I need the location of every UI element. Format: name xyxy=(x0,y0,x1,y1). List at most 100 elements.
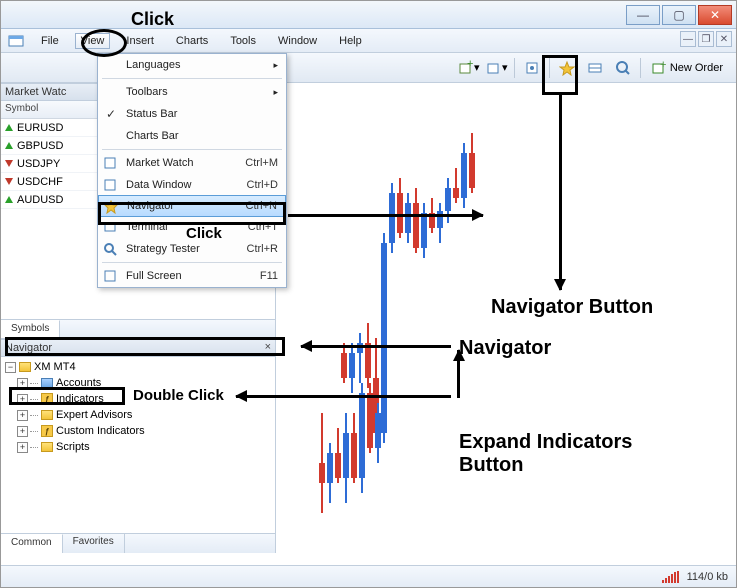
candle xyxy=(335,453,341,478)
navigator-star-icon xyxy=(103,199,119,215)
tree-node-scripts[interactable]: +Scripts xyxy=(3,439,275,455)
menu-market-watch[interactable]: Market WatchCtrl+M xyxy=(98,152,286,174)
market-watch-title: Market Watc xyxy=(5,86,66,98)
magnifier-icon xyxy=(102,241,118,257)
expand-icon[interactable]: + xyxy=(17,378,28,389)
candle xyxy=(389,193,395,243)
menu-navigator[interactable]: NavigatorCtrl+N xyxy=(98,195,286,217)
collapse-icon[interactable]: − xyxy=(5,362,16,373)
menu-charts-bar[interactable]: Charts Bar xyxy=(98,125,286,147)
candle xyxy=(375,413,381,448)
mdi-minimize-button[interactable]: — xyxy=(680,31,696,47)
menu-view[interactable]: View xyxy=(75,33,111,49)
symbol-label: AUDUSD xyxy=(17,194,63,206)
maximize-button[interactable]: ▢ xyxy=(662,5,696,25)
app-icon xyxy=(7,32,25,50)
annotation-arrow-expand xyxy=(457,350,460,398)
connection-bars-icon xyxy=(662,571,679,583)
menu-file[interactable]: File xyxy=(35,33,65,49)
menu-help[interactable]: Help xyxy=(333,33,368,49)
menu-window[interactable]: Window xyxy=(272,33,323,49)
node-label: Custom Indicators xyxy=(56,425,145,437)
node-icon xyxy=(40,408,54,422)
expand-icon[interactable]: + xyxy=(17,442,28,453)
node-label: Expert Advisors xyxy=(56,409,132,421)
node-icon xyxy=(40,440,54,454)
menu-data-window[interactable]: Data WindowCtrl+D xyxy=(98,174,286,196)
view-dropdown: Languages▸ Toolbars▸ ✓Status Bar Charts … xyxy=(97,53,287,288)
symbol-label: GBPUSD xyxy=(17,140,63,152)
tree-node-custom-indicators[interactable]: + ƒCustom Indicators xyxy=(3,423,275,439)
candle xyxy=(453,188,459,198)
navigator-toolbar-button[interactable] xyxy=(554,56,580,80)
annotation-arrow-indicators xyxy=(236,395,451,398)
candle xyxy=(365,343,371,378)
menu-status-bar[interactable]: ✓Status Bar xyxy=(98,103,286,125)
direction-up-icon xyxy=(5,124,13,131)
menu-insert[interactable]: Insert xyxy=(120,33,160,49)
menu-terminal[interactable]: TerminalCtrl+T xyxy=(98,216,286,238)
new-order-button[interactable]: + New Order xyxy=(645,56,730,80)
direction-down-icon xyxy=(5,160,13,167)
menu-languages[interactable]: Languages▸ xyxy=(98,54,286,76)
menu-strategy-tester[interactable]: Strategy TesterCtrl+R xyxy=(98,238,286,260)
node-label: Indicators xyxy=(56,393,104,405)
node-icon: ƒ xyxy=(40,424,54,438)
menu-charts[interactable]: Charts xyxy=(170,33,214,49)
new-chart-icon[interactable]: +▾ xyxy=(456,56,482,80)
market-watch-tab-symbols[interactable]: Symbols xyxy=(1,320,60,338)
navigator-header[interactable]: Navigator × xyxy=(1,339,275,357)
symbol-label: EURUSD xyxy=(17,122,63,134)
tree-root[interactable]: − XM MT4 xyxy=(3,359,275,375)
node-label: Accounts xyxy=(56,377,101,389)
navigator-tab-favorites[interactable]: Favorites xyxy=(63,534,125,553)
candle xyxy=(421,213,427,248)
tree-node-expert-advisors[interactable]: + Expert Advisors xyxy=(3,407,275,423)
candle xyxy=(319,463,325,483)
candle xyxy=(327,453,333,483)
candle xyxy=(469,153,475,188)
symbol-label: USDJPY xyxy=(17,158,60,170)
close-button[interactable]: ✕ xyxy=(698,5,732,25)
candle xyxy=(405,203,411,233)
svg-text:+: + xyxy=(467,60,473,70)
menu-tools[interactable]: Tools xyxy=(224,33,262,49)
candle xyxy=(461,153,467,198)
minimize-button[interactable]: — xyxy=(626,5,660,25)
data-window-icon xyxy=(102,177,118,193)
status-kb: 114/0 kb xyxy=(687,571,728,583)
expand-icon[interactable]: + xyxy=(17,394,28,405)
profiles-icon[interactable]: ▾ xyxy=(484,56,510,80)
menu-full-screen[interactable]: Full ScreenF11 xyxy=(98,265,286,287)
menu-toolbars[interactable]: Toolbars▸ xyxy=(98,81,286,103)
candle xyxy=(381,243,387,433)
candle xyxy=(349,353,355,378)
new-order-label: New Order xyxy=(670,62,723,74)
navigator-tree: − XM MT4 + Accounts + ƒ Indicators + Expert Ad… xyxy=(1,357,275,457)
fullscreen-icon xyxy=(102,268,118,284)
strategy-tester-icon[interactable] xyxy=(610,56,636,80)
candle xyxy=(359,393,365,478)
expand-icon[interactable]: + xyxy=(17,426,28,437)
direction-down-icon xyxy=(5,178,13,185)
annotation-arrow-navigator-menu xyxy=(288,214,483,217)
menu-bar: File View Insert Charts Tools Window Hel… xyxy=(1,29,736,53)
market-watch-icon[interactable] xyxy=(519,56,545,80)
candle xyxy=(341,353,347,378)
chart-area[interactable] xyxy=(276,83,736,559)
mdi-close-button[interactable]: ✕ xyxy=(716,31,732,47)
folder-icon xyxy=(18,360,32,374)
symbol-label: USDCHF xyxy=(17,176,63,188)
terminal-icon[interactable] xyxy=(582,56,608,80)
tree-node-accounts[interactable]: + Accounts xyxy=(3,375,275,391)
candle xyxy=(397,193,403,233)
market-watch-icon xyxy=(102,155,118,171)
candle xyxy=(413,203,419,248)
navigator-title: Navigator xyxy=(5,342,52,354)
expand-icon[interactable]: + xyxy=(17,410,28,421)
navigator-tab-common[interactable]: Common xyxy=(1,534,63,553)
candle xyxy=(445,188,451,211)
mdi-restore-button[interactable]: ❐ xyxy=(698,31,714,47)
navigator-close-icon[interactable]: × xyxy=(265,341,271,353)
candle xyxy=(351,433,357,478)
